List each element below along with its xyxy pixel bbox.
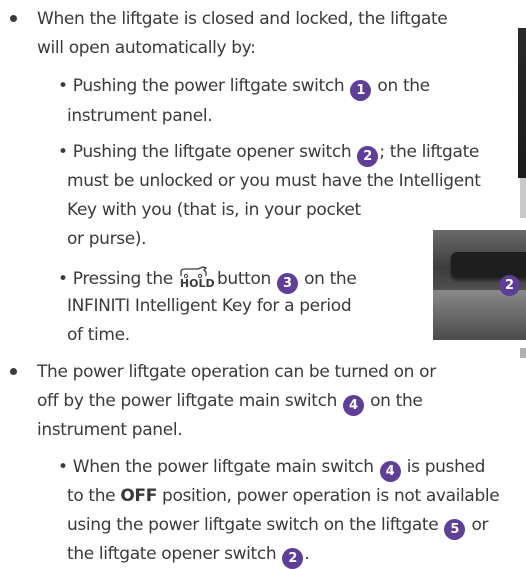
sub-item-line: must be unlocked or you must have the In… — [67, 171, 481, 192]
photo-fragment-middle — [520, 178, 526, 218]
bullet-dot — [10, 14, 17, 22]
callout-badge: 2 — [357, 146, 379, 168]
sub-item-line: to the OFF position, power operation is … — [67, 485, 500, 506]
body-text-line: off by the power liftgate main switch 4 … — [37, 390, 423, 417]
callout-badge: 4 — [379, 460, 401, 482]
sub-item-line: the liftgate opener switch 2. — [67, 543, 310, 569]
callout-badge: 2 — [282, 548, 304, 569]
sub-item-line: Key with you (that is, in your pocket — [67, 200, 361, 221]
sub-item-line: • Pressing the HOLD button 3 on the — [58, 265, 357, 294]
body-text-line: will open automatically by: — [37, 38, 256, 59]
sub-item-line: using the power liftgate switch on the l… — [67, 514, 489, 540]
body-text-line: The power liftgate operation can be turn… — [37, 362, 436, 383]
callout-badge: 3 — [277, 272, 299, 294]
photo-fragment-top — [518, 28, 526, 178]
callout-badge: 5 — [444, 518, 466, 540]
manual-page: 2 When the liftgate is closed and locked… — [0, 0, 526, 569]
sub-item-line: • When the power liftgate main switch 4 … — [58, 456, 485, 482]
photo-callout-badge: 2 — [499, 275, 520, 296]
photo-fragment-bottom — [520, 348, 526, 358]
liftgate-lip — [433, 290, 526, 340]
sub-item-line: • Pushing the power liftgate switch 1 on… — [58, 75, 430, 102]
sub-item-line: or purse). — [67, 229, 147, 250]
opener-handle-slot — [451, 252, 526, 278]
body-text-line: instrument panel. — [37, 420, 183, 441]
body-text-line: When the liftgate is closed and locked, … — [37, 9, 448, 29]
liftgate-opener-photo: 2 — [433, 230, 526, 340]
sub-item-line: of time. — [67, 324, 130, 345]
bullet-dot — [10, 367, 17, 375]
liftgate-hold-icon: HOLD — [178, 265, 215, 289]
callout-badge: 1 — [350, 80, 372, 102]
callout-badge: 4 — [343, 395, 365, 417]
sub-item-line: • Pushing the liftgate opener switch 2; … — [58, 141, 479, 168]
sub-item-line: instrument panel. — [67, 105, 213, 126]
sub-item-line: INFINITI Intelligent Key for a period — [67, 295, 352, 316]
